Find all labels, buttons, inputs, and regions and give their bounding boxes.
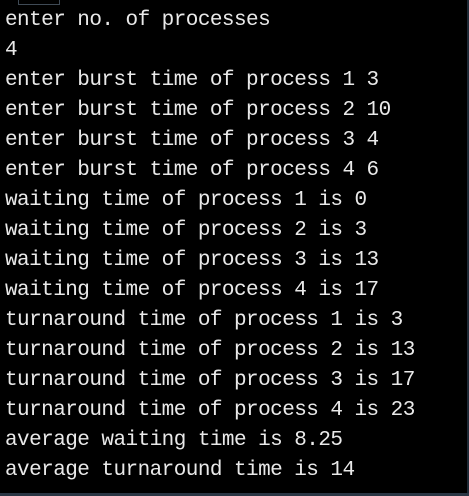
turnaround-time-line: turnaround time of process 2 is 13 <box>5 339 415 362</box>
waiting-time-line: waiting time of process 4 is 17 <box>5 279 379 302</box>
average-waiting-time-line: average waiting time is 8.25 <box>5 429 343 452</box>
terminal-window[interactable]: enter no. of processes 4 enter burst tim… <box>0 0 469 496</box>
prompt-process-count: enter no. of processes <box>5 9 271 32</box>
terminal-output: enter no. of processes 4 enter burst tim… <box>5 9 415 489</box>
window-edge-decoration <box>18 0 60 5</box>
turnaround-time-line: turnaround time of process 3 is 17 <box>5 369 415 392</box>
burst-time-line: enter burst time of process 4 6 <box>5 159 379 182</box>
input-process-count: 4 <box>5 39 18 62</box>
waiting-time-line: waiting time of process 3 is 13 <box>5 249 379 272</box>
average-turnaround-time-line: average turnaround time is 14 <box>5 459 355 482</box>
waiting-time-line: waiting time of process 1 is 0 <box>5 189 367 212</box>
burst-time-line: enter burst time of process 3 4 <box>5 129 379 152</box>
waiting-time-line: waiting time of process 2 is 3 <box>5 219 367 242</box>
turnaround-time-line: turnaround time of process 4 is 23 <box>5 399 415 422</box>
burst-time-line: enter burst time of process 1 3 <box>5 69 379 92</box>
burst-time-line: enter burst time of process 2 10 <box>5 99 391 122</box>
turnaround-time-line: turnaround time of process 1 is 3 <box>5 309 403 332</box>
